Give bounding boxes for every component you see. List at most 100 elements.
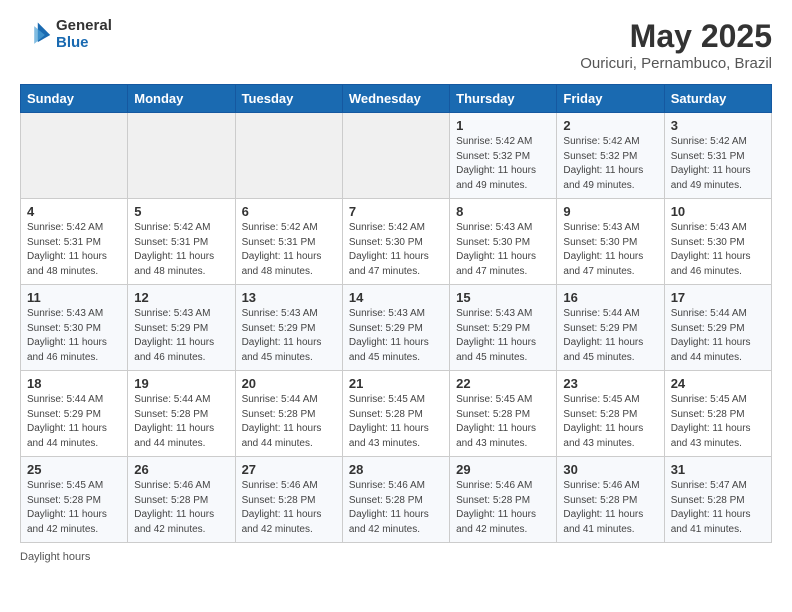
day-number: 31 [671, 462, 765, 477]
day-number: 27 [242, 462, 336, 477]
day-info: Sunrise: 5:45 AM Sunset: 5:28 PM Dayligh… [349, 393, 443, 451]
calendar-cell: 9Sunrise: 5:43 AM Sunset: 5:30 PM Daylig… [557, 199, 664, 285]
day-info: Sunrise: 5:45 AM Sunset: 5:28 PM Dayligh… [456, 393, 550, 451]
day-info: Sunrise: 5:43 AM Sunset: 5:30 PM Dayligh… [27, 307, 121, 365]
day-info: Sunrise: 5:46 AM Sunset: 5:28 PM Dayligh… [134, 479, 228, 537]
day-info: Sunrise: 5:42 AM Sunset: 5:30 PM Dayligh… [349, 221, 443, 279]
logo-blue-text: Blue [56, 35, 112, 52]
day-info: Sunrise: 5:46 AM Sunset: 5:28 PM Dayligh… [349, 479, 443, 537]
calendar-cell: 31 Sunrise: 5:47 AM Sunset: 5:28 PM Dayli… [664, 457, 771, 543]
calendar-cell: 20 Sunrise: 5:44 AM Sunset: 5:28 PM Dayli… [235, 371, 342, 457]
day-info: Sunrise: 5:42 AM Sunset: 5:31 PM Dayligh… [671, 135, 765, 193]
logo: General Blue [20, 18, 112, 51]
calendar-cell [21, 113, 128, 199]
day-info: Sunrise: 5:46 AM Sunset: 5:28 PM Dayligh… [456, 479, 550, 537]
logo-icon [20, 19, 52, 51]
calendar-day-header: Tuesday [235, 85, 342, 113]
title-block: May 2025 Ouricuri, Pernambuco, Brazil [580, 18, 772, 72]
day-info: Sunrise: 5:47 AM Sunset: 5:28 PM Dayligh… [671, 479, 765, 537]
day-info: Sunrise: 5:44 AM Sunset: 5:29 PM Dayligh… [563, 307, 657, 365]
day-number: 11 [27, 290, 121, 305]
calendar-cell [342, 113, 449, 199]
calendar-header-row: SundayMondayTuesdayWednesdayThursdayFrid… [21, 85, 772, 113]
day-number: 8 [456, 204, 550, 219]
calendar-cell: 7 Sunrise: 5:42 AM Sunset: 5:30 PM Daylig… [342, 199, 449, 285]
calendar-week-row: 25Sunrise: 5:45 AM Sunset: 5:28 PM Dayli… [21, 457, 772, 543]
calendar-cell: 8 Sunrise: 5:43 AM Sunset: 5:30 PM Daylig… [450, 199, 557, 285]
calendar-cell: 5Sunrise: 5:42 AM Sunset: 5:31 PM Daylig… [128, 199, 235, 285]
day-info: Sunrise: 5:42 AM Sunset: 5:32 PM Dayligh… [563, 135, 657, 193]
day-info: Sunrise: 5:42 AM Sunset: 5:31 PM Dayligh… [242, 221, 336, 279]
calendar-day-header: Wednesday [342, 85, 449, 113]
calendar-cell [128, 113, 235, 199]
calendar-cell: 30Sunrise: 5:46 AM Sunset: 5:28 PM Dayli… [557, 457, 664, 543]
subtitle: Ouricuri, Pernambuco, Brazil [580, 55, 772, 72]
calendar-cell: 28 Sunrise: 5:46 AM Sunset: 5:28 PM Dayli… [342, 457, 449, 543]
day-number: 22 [456, 376, 550, 391]
day-number: 26 [134, 462, 228, 477]
calendar-cell: 6 Sunrise: 5:42 AM Sunset: 5:31 PM Daylig… [235, 199, 342, 285]
day-info: Sunrise: 5:44 AM Sunset: 5:29 PM Dayligh… [671, 307, 765, 365]
day-info: Sunrise: 5:43 AM Sunset: 5:29 PM Dayligh… [456, 307, 550, 365]
calendar-cell: 23Sunrise: 5:45 AM Sunset: 5:28 PM Dayli… [557, 371, 664, 457]
calendar-cell: 24Sunrise: 5:45 AM Sunset: 5:28 PM Dayli… [664, 371, 771, 457]
day-info: Sunrise: 5:43 AM Sunset: 5:30 PM Dayligh… [456, 221, 550, 279]
calendar-cell: 21 Sunrise: 5:45 AM Sunset: 5:28 PM Dayli… [342, 371, 449, 457]
calendar-day-header: Thursday [450, 85, 557, 113]
day-number: 4 [27, 204, 121, 219]
calendar-week-row: 11 Sunrise: 5:43 AM Sunset: 5:30 PM Dayli… [21, 285, 772, 371]
day-number: 17 [671, 290, 765, 305]
day-info: Sunrise: 5:42 AM Sunset: 5:31 PM Dayligh… [27, 221, 121, 279]
calendar-cell: 26 Sunrise: 5:46 AM Sunset: 5:28 PM Dayli… [128, 457, 235, 543]
calendar-cell: 29 Sunrise: 5:46 AM Sunset: 5:28 PM Dayli… [450, 457, 557, 543]
day-number: 10 [671, 204, 765, 219]
calendar-cell: 3 Sunrise: 5:42 AM Sunset: 5:31 PM Daylig… [664, 113, 771, 199]
header: General Blue May 2025 Ouricuri, Pernambu… [20, 18, 772, 72]
calendar-cell: 4 Sunrise: 5:42 AM Sunset: 5:31 PM Daylig… [21, 199, 128, 285]
day-number: 9 [563, 204, 657, 219]
day-number: 28 [349, 462, 443, 477]
day-number: 7 [349, 204, 443, 219]
day-info: Sunrise: 5:45 AM Sunset: 5:28 PM Dayligh… [671, 393, 765, 451]
day-number: 5 [134, 204, 228, 219]
day-number: 29 [456, 462, 550, 477]
day-number: 19 [134, 376, 228, 391]
calendar-cell: 16 Sunrise: 5:44 AM Sunset: 5:29 PM Dayli… [557, 285, 664, 371]
day-number: 23 [563, 376, 657, 391]
calendar-cell: 12Sunrise: 5:43 AM Sunset: 5:29 PM Dayli… [128, 285, 235, 371]
calendar-cell: 18Sunrise: 5:44 AM Sunset: 5:29 PM Dayli… [21, 371, 128, 457]
calendar-cell: 1 Sunrise: 5:42 AM Sunset: 5:32 PM Daylig… [450, 113, 557, 199]
day-info: Sunrise: 5:43 AM Sunset: 5:29 PM Dayligh… [349, 307, 443, 365]
calendar-cell: 11 Sunrise: 5:43 AM Sunset: 5:30 PM Dayli… [21, 285, 128, 371]
day-number: 14 [349, 290, 443, 305]
calendar-day-header: Saturday [664, 85, 771, 113]
calendar-cell: 17 Sunrise: 5:44 AM Sunset: 5:29 PM Dayli… [664, 285, 771, 371]
calendar-cell: 19 Sunrise: 5:44 AM Sunset: 5:28 PM Dayli… [128, 371, 235, 457]
calendar-week-row: 1 Sunrise: 5:42 AM Sunset: 5:32 PM Daylig… [21, 113, 772, 199]
footer-note: Daylight hours [20, 551, 772, 563]
day-info: Sunrise: 5:44 AM Sunset: 5:28 PM Dayligh… [134, 393, 228, 451]
main-title: May 2025 [580, 18, 772, 55]
day-number: 25 [27, 462, 121, 477]
calendar-cell [235, 113, 342, 199]
calendar-day-header: Sunday [21, 85, 128, 113]
day-number: 18 [27, 376, 121, 391]
day-number: 1 [456, 118, 550, 133]
calendar-cell: 27Sunrise: 5:46 AM Sunset: 5:28 PM Dayli… [235, 457, 342, 543]
day-number: 3 [671, 118, 765, 133]
day-info: Sunrise: 5:43 AM Sunset: 5:30 PM Dayligh… [671, 221, 765, 279]
day-info: Sunrise: 5:43 AM Sunset: 5:29 PM Dayligh… [242, 307, 336, 365]
day-number: 20 [242, 376, 336, 391]
day-info: Sunrise: 5:46 AM Sunset: 5:28 PM Dayligh… [563, 479, 657, 537]
calendar: SundayMondayTuesdayWednesdayThursdayFrid… [20, 84, 772, 543]
calendar-cell: 10 Sunrise: 5:43 AM Sunset: 5:30 PM Dayli… [664, 199, 771, 285]
day-number: 21 [349, 376, 443, 391]
day-number: 6 [242, 204, 336, 219]
calendar-cell: 2Sunrise: 5:42 AM Sunset: 5:32 PM Daylig… [557, 113, 664, 199]
day-number: 16 [563, 290, 657, 305]
day-number: 13 [242, 290, 336, 305]
day-number: 15 [456, 290, 550, 305]
calendar-day-header: Monday [128, 85, 235, 113]
day-info: Sunrise: 5:44 AM Sunset: 5:28 PM Dayligh… [242, 393, 336, 451]
day-info: Sunrise: 5:42 AM Sunset: 5:32 PM Dayligh… [456, 135, 550, 193]
